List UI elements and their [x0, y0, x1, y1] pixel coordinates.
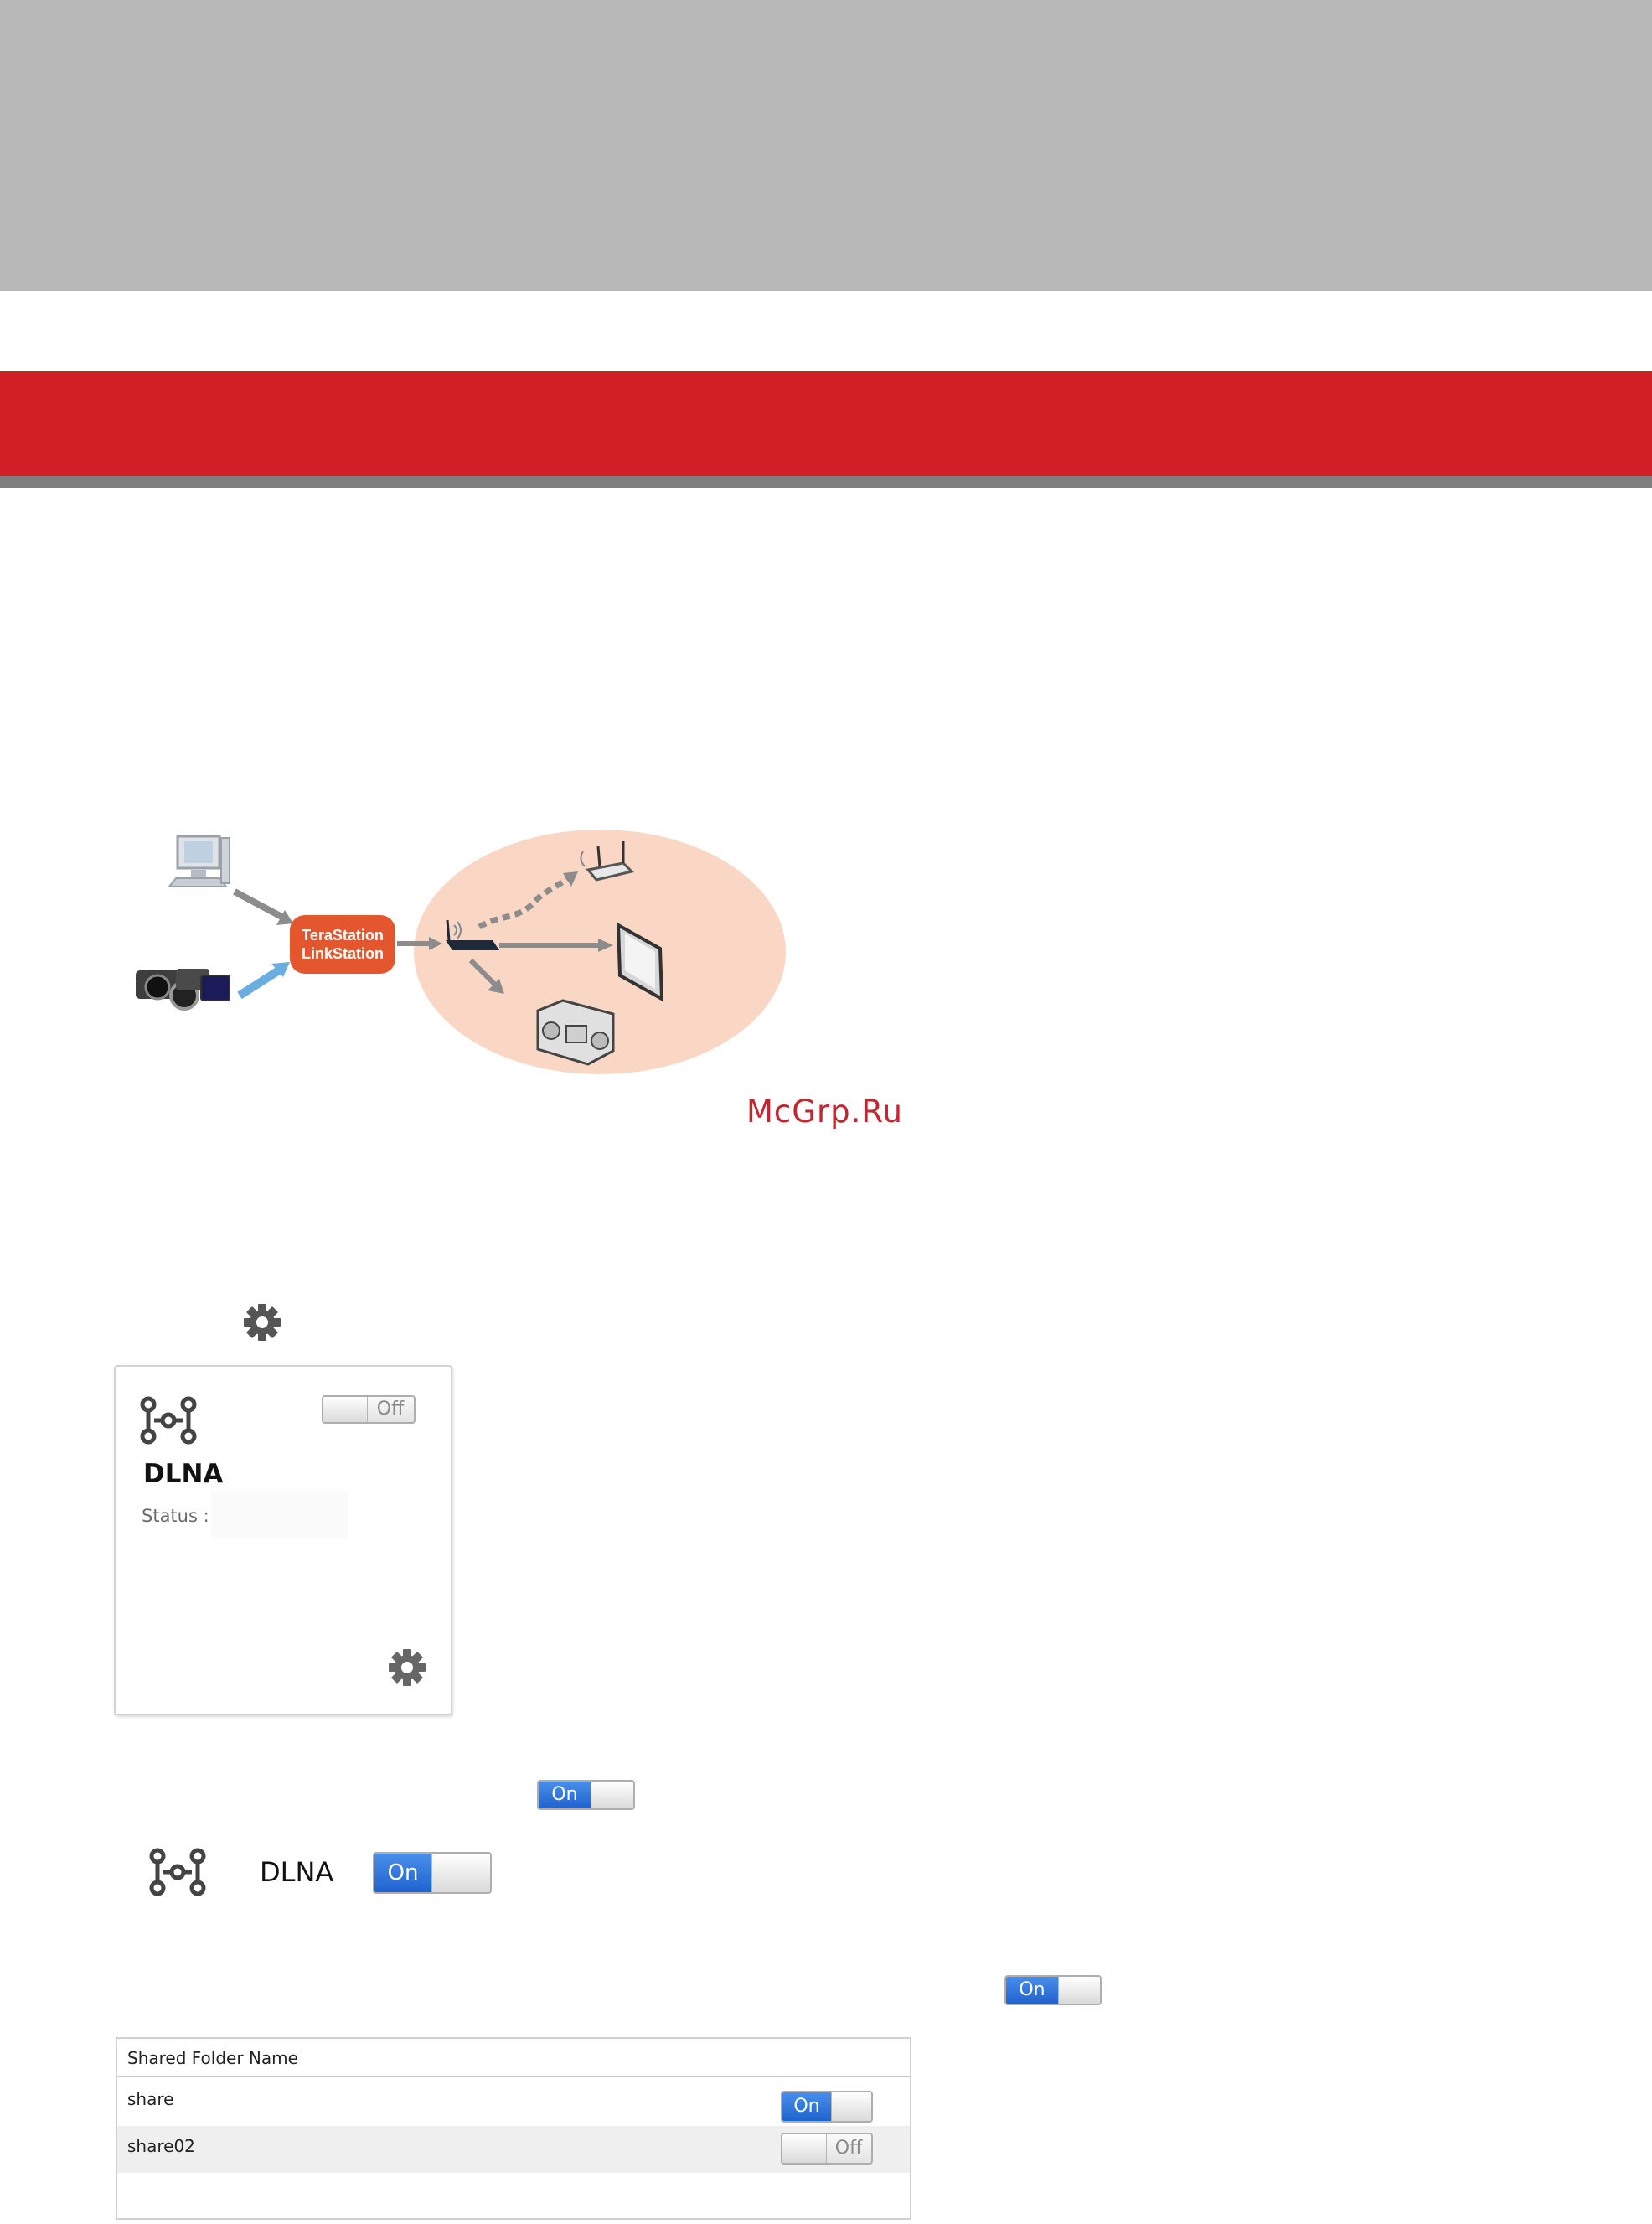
dlna-network-icon: [140, 1396, 197, 1445]
dlna-network-diagram: TeraStation LinkStation: [136, 830, 786, 1074]
folder-name: share: [127, 2089, 174, 2109]
toggle-on-label: On: [374, 1854, 431, 1892]
header-banner: [0, 0, 1652, 291]
toggle-knob: [591, 1782, 633, 1808]
toggle-state-label: Off: [376, 1399, 405, 1420]
toggle-knob: [831, 2092, 871, 2121]
nas-label-line2: LinkStation: [302, 945, 384, 962]
toggle-state-label: Off: [834, 2138, 863, 2159]
pc-icon: [167, 835, 230, 887]
table-row: share02 Off: [117, 2126, 910, 2173]
section-title-bar-shadow: [0, 476, 1652, 488]
toggle-on-label: On: [539, 1782, 591, 1808]
watermark: McGrp.Ru: [746, 1094, 903, 1130]
card-status-value: [211, 1491, 348, 1538]
table-row: share On: [117, 2079, 910, 2126]
card-settings-gear-icon[interactable]: [388, 1648, 426, 1687]
toggle-on-label: On: [1006, 1977, 1058, 2004]
dlna-row-toggle[interactable]: On: [373, 1852, 492, 1894]
dlna-row-label: DLNA: [260, 1856, 334, 1888]
dlna-card-toggle[interactable]: Off: [322, 1395, 416, 1424]
card-status-label: Status :: [142, 1506, 209, 1526]
toggle-knob: [782, 2134, 827, 2163]
nas-label-line1: TeraStation: [302, 927, 384, 944]
shared-folder-table: Shared Folder Name share On share02 Off: [116, 2037, 911, 2220]
toggle-knob: [323, 1397, 368, 1422]
toggle-knob: [431, 1854, 490, 1892]
toggle-knob: [1058, 1977, 1100, 2004]
camera-icon: [136, 969, 230, 1011]
inline-on-toggle-2: On: [1004, 1975, 1102, 2005]
folder-name: share02: [127, 2136, 195, 2156]
dlna-service-card: Off DLNA Status :: [114, 1365, 452, 1715]
folder-dlna-toggle[interactable]: Off: [781, 2133, 873, 2165]
arrow-pc-to-device: [233, 888, 287, 922]
dlna-row-icon: [149, 1848, 206, 1896]
toggle-on-label: On: [782, 2092, 831, 2121]
inline-on-toggle-1: On: [537, 1780, 635, 1810]
folder-dlna-toggle[interactable]: On: [781, 2091, 873, 2123]
section-title-bar: [0, 371, 1652, 476]
card-title: DLNA: [143, 1459, 224, 1489]
arrow-camera-to-device: [237, 965, 284, 1000]
nas-device-badge: [290, 915, 395, 974]
table-header: Shared Folder Name: [117, 2039, 910, 2077]
settings-gear-icon: [244, 1304, 281, 1341]
